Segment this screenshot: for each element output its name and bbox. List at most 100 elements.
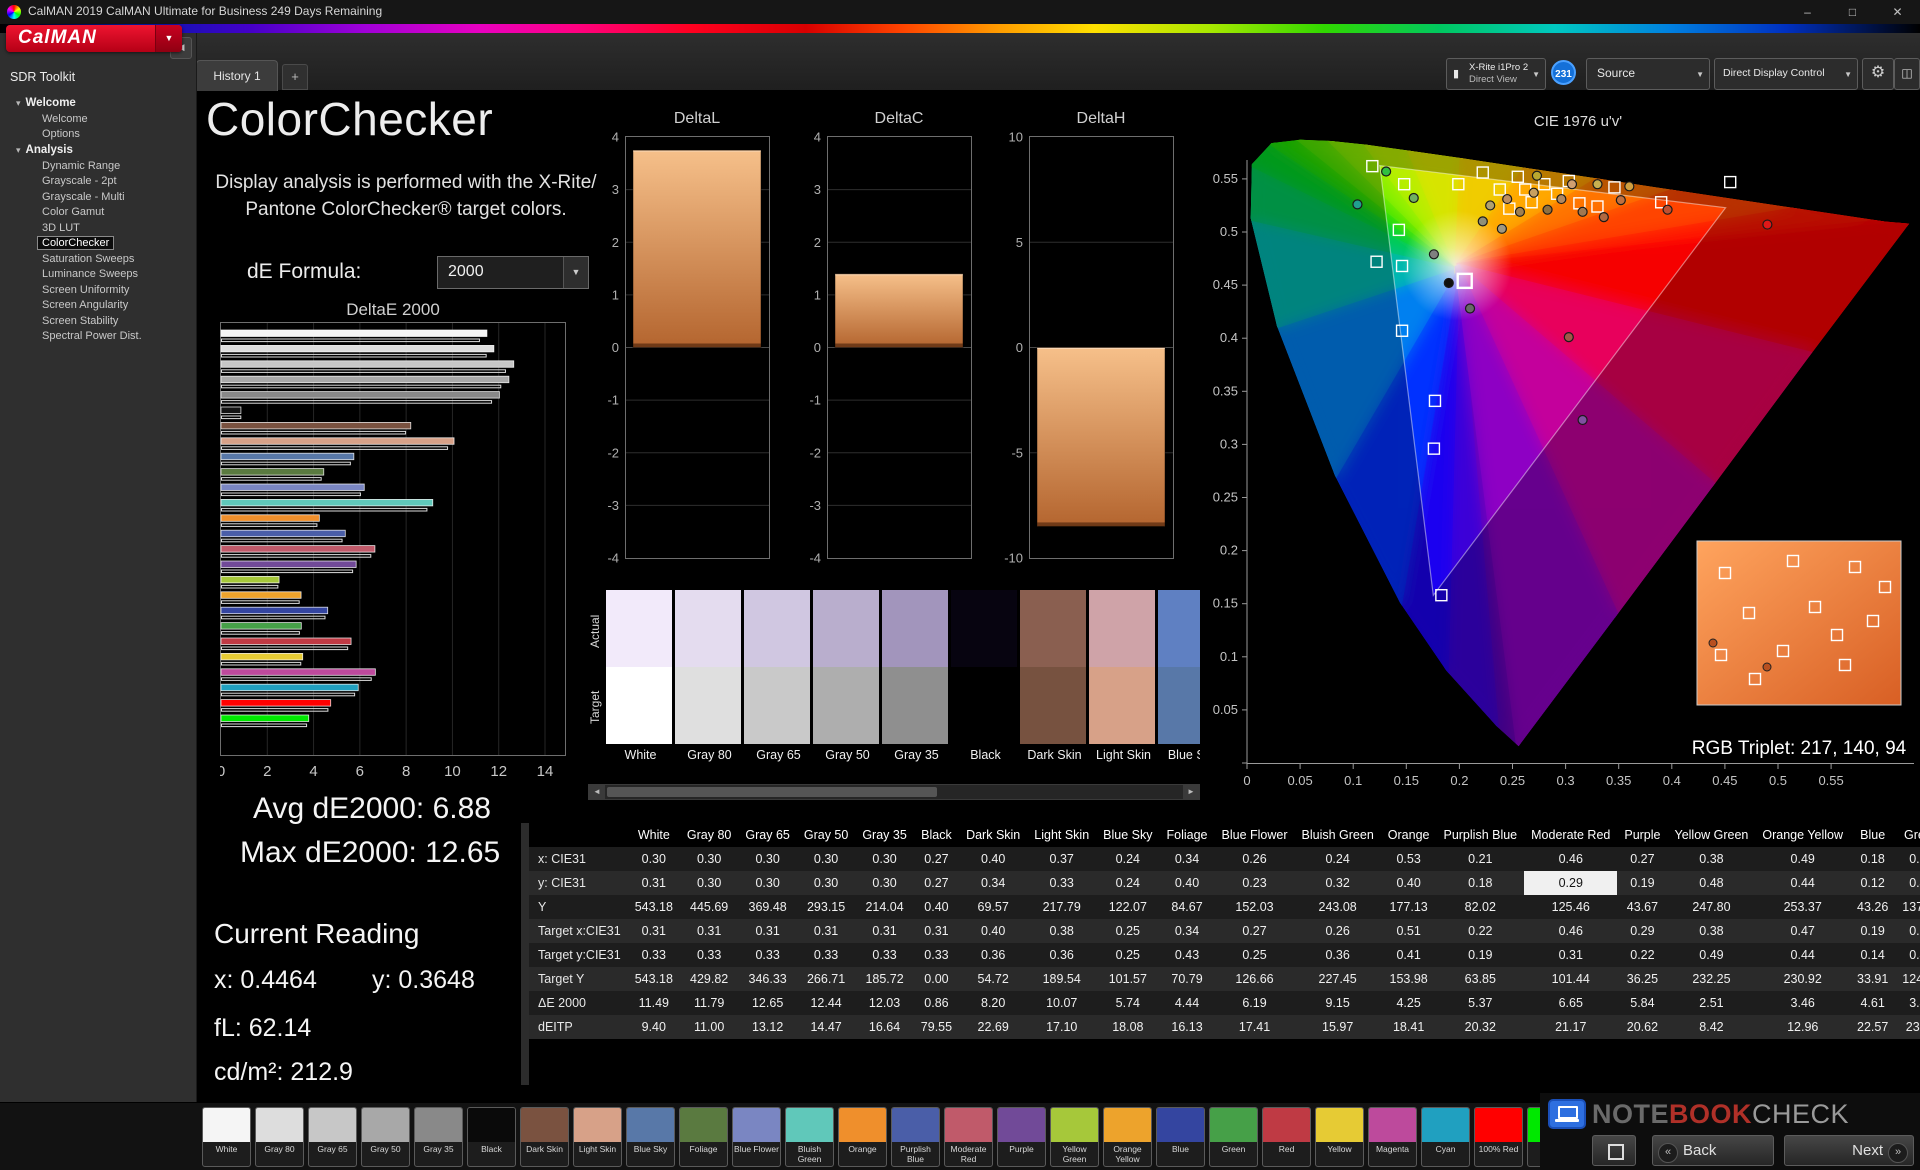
sidebar-section-analysis[interactable]: ▾ Analysis xyxy=(0,142,196,158)
sidebar-item-color-gamut[interactable]: Color Gamut xyxy=(0,205,196,221)
measurement-marker xyxy=(1443,277,1454,289)
table-cell: 125.46 xyxy=(1551,900,1590,914)
patch-tile-light-skin[interactable]: Light Skin xyxy=(573,1107,622,1167)
patch-tile-magenta[interactable]: Magenta xyxy=(1368,1107,1417,1167)
patch-color xyxy=(203,1108,250,1142)
patch-scrollbar[interactable]: ◄ ► xyxy=(588,784,1200,800)
sidebar-item-spectral-power-dist-[interactable]: Spectral Power Dist. xyxy=(0,329,196,345)
close-button[interactable]: ✕ xyxy=(1875,0,1920,24)
patch-tile-black[interactable]: Black xyxy=(467,1107,516,1167)
table-cell: 346.33 xyxy=(748,972,787,986)
compare-tile-white[interactable] xyxy=(606,590,672,744)
scroll-right-button[interactable]: ► xyxy=(1183,785,1199,799)
table-cell: 0.30 xyxy=(755,852,780,866)
reading-count-badge[interactable]: 231 xyxy=(1551,60,1576,85)
patch-compare-panel: Actual Target White Gray 80 Gray 65 Gray 50… xyxy=(588,590,1200,774)
brand-note: NOTE xyxy=(1592,1099,1670,1129)
patch-tile-dark-skin[interactable]: Dark Skin xyxy=(520,1107,569,1167)
compare-tile-gray-65[interactable] xyxy=(744,590,810,744)
minimize-button[interactable]: – xyxy=(1785,0,1830,24)
sidebar-item-grayscale-2pt[interactable]: Grayscale - 2pt xyxy=(0,174,196,190)
compare-tile-light-skin[interactable] xyxy=(1089,590,1155,744)
source-dropdown[interactable]: Source ▼ xyxy=(1586,58,1710,90)
sidebar-item-colorchecker[interactable]: ColorChecker xyxy=(0,236,196,252)
patch-tile-purple[interactable]: Purple xyxy=(997,1107,1046,1167)
calman-logo-button[interactable]: CalMAN ▼ xyxy=(6,25,182,52)
patch-tile-blue-sky[interactable]: Blue Sky xyxy=(626,1107,675,1167)
patch-window-button[interactable] xyxy=(1592,1135,1636,1166)
sidebar-item-3d-lut[interactable]: 3D LUT xyxy=(0,220,196,236)
table-col-header: Yellow Green xyxy=(1667,823,1756,847)
table-cell: 3.47 xyxy=(1909,996,1920,1010)
display-control-dropdown[interactable]: Direct Display Control ▼ xyxy=(1714,58,1858,90)
measurement-marker xyxy=(1408,192,1419,204)
patch-tile-gray-65[interactable]: Gray 65 xyxy=(308,1107,357,1167)
table-row: Target x:CIE31 0.31 0.31 0.31 0.31 0.31 0.31 0.… xyxy=(529,919,1920,943)
sidebar-item-screen-stability[interactable]: Screen Stability xyxy=(0,313,196,329)
maximize-button[interactable]: □ xyxy=(1830,0,1875,24)
table-cell: 0.30 xyxy=(872,876,897,890)
table-cell: 12.44 xyxy=(810,996,842,1010)
table-cell: 16.13 xyxy=(1171,1020,1203,1034)
sidebar-item-welcome[interactable]: Welcome xyxy=(0,111,196,127)
compare-tile-gray-80[interactable] xyxy=(675,590,741,744)
patch-tile-orange-yellow[interactable]: Orange Yellow xyxy=(1103,1107,1152,1167)
patch-tile-bluish-green[interactable]: Bluish Green xyxy=(785,1107,834,1167)
scrollbar-thumb[interactable] xyxy=(607,787,937,797)
patch-tile-blue[interactable]: Blue xyxy=(1156,1107,1205,1167)
sidebar-item-dynamic-range[interactable]: Dynamic Range xyxy=(0,158,196,174)
table-cell: 10.07 xyxy=(1046,996,1078,1010)
patch-tile-100-red[interactable]: 100% Red xyxy=(1474,1107,1523,1167)
svg-text:0.4: 0.4 xyxy=(1663,773,1681,788)
compare-tile-dark-skin[interactable] xyxy=(1020,590,1086,744)
patch-tile-white[interactable]: White xyxy=(202,1107,251,1167)
patch-tile-yellow-green[interactable]: Yellow Green xyxy=(1050,1107,1099,1167)
sidebar-item-screen-uniformity[interactable]: Screen Uniformity xyxy=(0,282,196,298)
patch-strip-tiles: White Gray 80 Gray 65 Gray 50 Gray 35 Black Da… xyxy=(202,1107,1592,1169)
patch-tile-gray-50[interactable]: Gray 50 xyxy=(361,1107,410,1167)
table-row-label: ΔE 2000 xyxy=(538,996,586,1010)
sidebar-item-options[interactable]: Options xyxy=(0,127,196,143)
table-cell: 0.19 xyxy=(1630,876,1655,890)
patch-tile-foliage[interactable]: Foliage xyxy=(679,1107,728,1167)
patch-tile-red[interactable]: Red xyxy=(1262,1107,1311,1167)
measurement-marker xyxy=(1485,200,1496,211)
logo-dropdown-icon[interactable]: ▼ xyxy=(155,25,182,52)
patch-tile-orange[interactable]: Orange xyxy=(838,1107,887,1167)
compare-tile-blue-sky[interactable] xyxy=(1158,590,1200,744)
settings-button[interactable]: ⚙ xyxy=(1862,58,1894,90)
patch-color xyxy=(1104,1108,1151,1142)
patch-tile-green[interactable]: Green xyxy=(1209,1107,1258,1167)
layout-button[interactable]: ◫ xyxy=(1894,58,1920,90)
compare-tile-gray-35[interactable] xyxy=(882,590,948,744)
svg-text:3: 3 xyxy=(814,182,821,197)
patch-tile-moderate-red[interactable]: Moderate Red xyxy=(944,1107,993,1167)
patch-label: Orange xyxy=(848,1144,877,1154)
patch-tile-blue-flower[interactable]: Blue Flower xyxy=(732,1107,781,1167)
patch-tile-gray-80[interactable]: Gray 80 xyxy=(255,1107,304,1167)
scroll-left-button[interactable]: ◄ xyxy=(589,785,605,799)
sidebar-item-saturation-sweeps[interactable]: Saturation Sweeps xyxy=(0,251,196,267)
patch-tile-gray-35[interactable]: Gray 35 xyxy=(414,1107,463,1167)
table-cell: 0.27 xyxy=(1242,924,1267,938)
table-cell: 0.46 xyxy=(1558,852,1583,866)
meter-dropdown[interactable]: ▮ X-Rite i1Pro 2 Direct View ▼ xyxy=(1446,58,1546,90)
table-cell: 0.27 xyxy=(924,876,949,890)
tab-history-1[interactable]: History 1 xyxy=(196,60,278,91)
sidebar-item-luminance-sweeps[interactable]: Luminance Sweeps xyxy=(0,267,196,283)
svg-text:2: 2 xyxy=(612,235,619,250)
patch-tile-cyan[interactable]: Cyan xyxy=(1421,1107,1470,1167)
patch-tile-yellow[interactable]: Yellow xyxy=(1315,1107,1364,1167)
add-tab-button[interactable]: + xyxy=(282,64,308,90)
de-formula-dropdown[interactable]: 2000 ▼ xyxy=(437,256,589,289)
back-button[interactable]: « Back xyxy=(1652,1135,1774,1166)
sidebar-item-screen-angularity[interactable]: Screen Angularity xyxy=(0,298,196,314)
next-button[interactable]: Next » xyxy=(1784,1135,1914,1166)
sidebar-section-welcome[interactable]: ▾ Welcome xyxy=(0,95,196,111)
compare-tile-gray-50[interactable] xyxy=(813,590,879,744)
compare-tile-black[interactable] xyxy=(951,590,1017,744)
sidebar-item-grayscale-multi[interactable]: Grayscale - Multi xyxy=(0,189,196,205)
target-swatch xyxy=(744,667,810,744)
patch-tile-purplish-blue[interactable]: Purplish Blue xyxy=(891,1107,940,1167)
table-cell: 253.37 xyxy=(1783,900,1822,914)
